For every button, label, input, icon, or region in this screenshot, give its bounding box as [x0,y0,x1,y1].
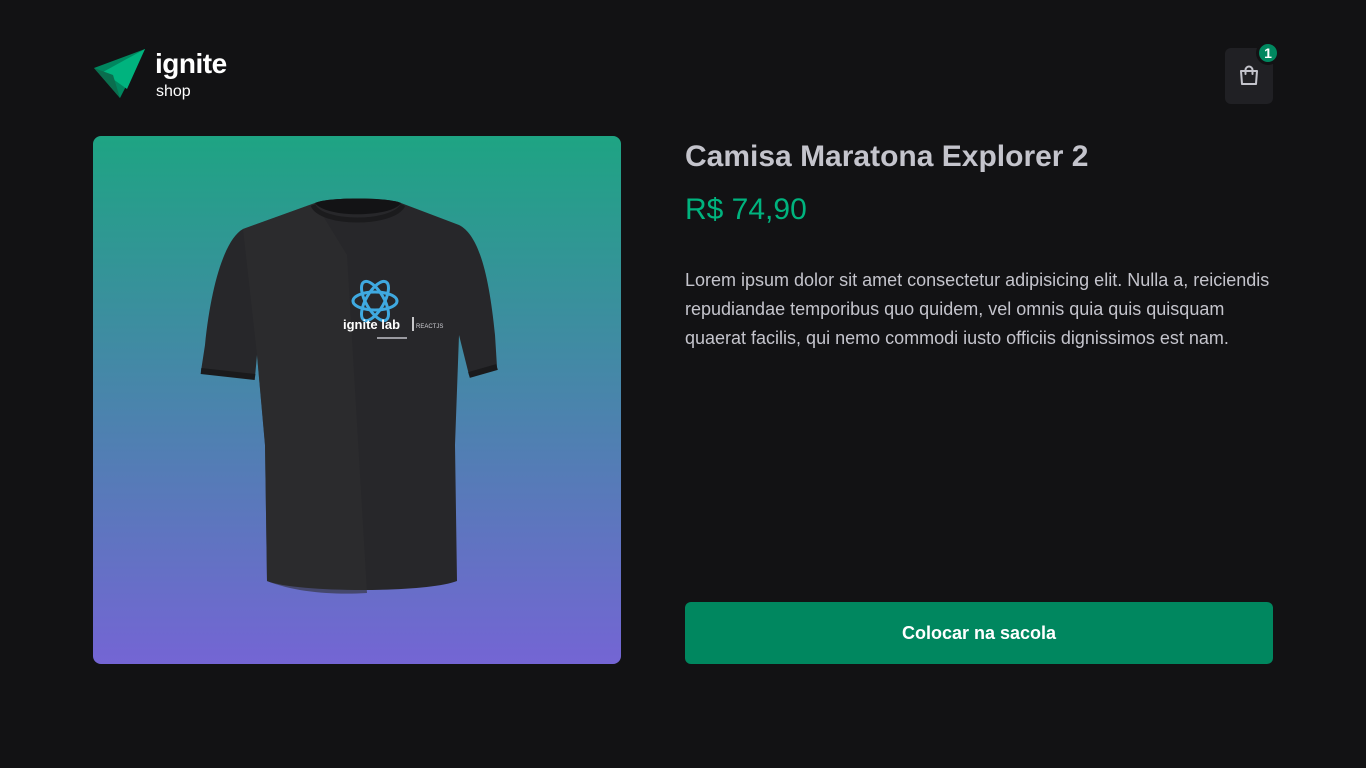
product-price: R$ 74,90 [685,193,807,226]
product-page: ignite shop 1 ignite lab REACTJS Camisa … [0,0,1366,768]
shopping-bag-icon [1240,65,1258,85]
logo-title: ignite [155,48,227,79]
header: ignite shop 1 [93,41,1280,105]
product-title: Camisa Maratona Explorer 2 [685,140,1089,173]
product-description: Lorem ipsum dolor sit amet consectetur a… [685,270,1270,348]
svg-text:ignite lab: ignite lab [343,317,400,332]
product-image: ignite lab REACTJS [93,136,621,664]
tshirt-image: ignite lab REACTJS [200,198,498,594]
add-to-bag-button[interactable]: Colocar na sacola [685,602,1273,664]
svg-text:REACTJS: REACTJS [416,324,443,330]
cart-button[interactable]: 1 [1225,41,1280,104]
logo[interactable]: ignite shop [93,47,227,100]
cart-count-badge: 1 [1256,41,1280,65]
logo-icon [94,49,145,98]
logo-subtitle: shop [156,83,191,100]
product-details: Camisa Maratona Explorer 2 R$ 74,90 Lore… [685,136,1273,664]
